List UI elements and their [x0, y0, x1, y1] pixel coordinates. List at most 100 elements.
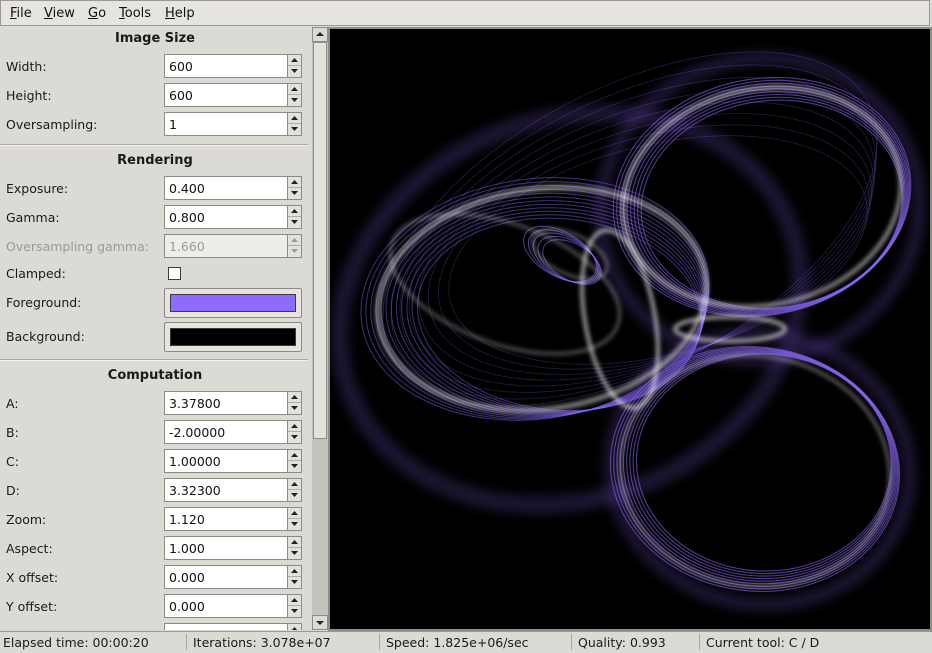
spin-up-icon[interactable]: [288, 55, 301, 66]
background-color-button[interactable]: [164, 322, 302, 352]
d-label: D:: [6, 483, 20, 498]
c-spinbox[interactable]: [164, 449, 302, 473]
spin-up-icon[interactable]: [288, 537, 301, 548]
height-spinbox[interactable]: [164, 83, 302, 107]
separator: [0, 144, 308, 146]
zoom-spinbox[interactable]: [164, 507, 302, 531]
exposure-label: Exposure:: [6, 181, 69, 196]
x-offset-label: X offset:: [6, 570, 59, 585]
x-offset-spinbox[interactable]: [164, 565, 302, 589]
oversampling-gamma-spinbox: [164, 234, 302, 258]
menubar: File View Go Tools Help: [0, 0, 930, 26]
gamma-value-input[interactable]: [165, 206, 287, 228]
y-offset-label: Y offset:: [6, 599, 58, 614]
y-offset-value-input[interactable]: [165, 595, 287, 617]
oversampling-label: Oversampling:: [6, 117, 98, 132]
iterations-status: Iterations: 3.078e+07: [193, 635, 331, 650]
width-spinbox[interactable]: [164, 54, 302, 78]
oversampling-spinbox[interactable]: [164, 112, 302, 136]
foreground-color-button[interactable]: [164, 288, 302, 318]
spin-up-icon[interactable]: [288, 421, 301, 432]
spin-up-icon[interactable]: [288, 595, 301, 606]
status-divider: [571, 634, 572, 650]
zoom-value-input[interactable]: [165, 508, 287, 530]
d-value-input[interactable]: [165, 479, 287, 501]
scroll-up-icon[interactable]: [312, 27, 328, 42]
spin-up-icon[interactable]: [288, 479, 301, 490]
exposure-spinbox[interactable]: [164, 176, 302, 200]
d-spinbox[interactable]: [164, 478, 302, 502]
quality-status: Quality: 0.993: [578, 635, 666, 650]
spin-down-icon[interactable]: [288, 548, 301, 559]
clamped-label: Clamped:: [6, 266, 66, 281]
gamma-spinbox[interactable]: [164, 205, 302, 229]
spin-up-icon: [288, 235, 301, 246]
spin-down-icon[interactable]: [288, 403, 301, 414]
x-offset-value-input[interactable]: [165, 566, 287, 588]
oversampling-gamma-value-input: [165, 235, 287, 257]
aspect-spinbox[interactable]: [164, 536, 302, 560]
next-value-input[interactable]: [165, 624, 287, 630]
foreground-color-swatch: [170, 294, 296, 312]
aspect-value-input[interactable]: [165, 537, 287, 559]
clamped-checkbox[interactable]: [168, 267, 181, 280]
spin-buttons: [287, 206, 301, 228]
panel-scrollbar[interactable]: [312, 27, 328, 630]
status-divider: [699, 634, 700, 650]
spin-up-icon[interactable]: [288, 206, 301, 217]
a-value-input[interactable]: [165, 392, 287, 414]
spin-down-icon[interactable]: [288, 66, 301, 77]
spin-down-icon[interactable]: [288, 217, 301, 228]
next-spinbox-partial[interactable]: [164, 623, 302, 630]
spin-down-icon[interactable]: [288, 606, 301, 617]
spin-down-icon: [288, 246, 301, 257]
spin-down-icon[interactable]: [288, 490, 301, 501]
foreground-label: Foreground:: [6, 295, 82, 310]
spin-up-icon[interactable]: [288, 177, 301, 188]
spin-down-icon[interactable]: [288, 577, 301, 588]
zoom-label: Zoom:: [6, 512, 47, 527]
spin-down-icon[interactable]: [288, 188, 301, 199]
c-value-input[interactable]: [165, 450, 287, 472]
a-spinbox[interactable]: [164, 391, 302, 415]
spin-up-icon[interactable]: [288, 450, 301, 461]
spin-up-icon[interactable]: [288, 392, 301, 403]
width-value-input[interactable]: [165, 55, 287, 77]
spin-up-icon[interactable]: [288, 84, 301, 95]
speed-status: Speed: 1.825e+06/sec: [386, 635, 529, 650]
height-value-input[interactable]: [165, 84, 287, 106]
spin-buttons: [287, 84, 301, 106]
spin-up-icon[interactable]: [288, 508, 301, 519]
spin-down-icon[interactable]: [288, 519, 301, 530]
menu-tools[interactable]: Tools: [119, 6, 151, 21]
spin-up-icon[interactable]: [288, 566, 301, 577]
spin-down-icon[interactable]: [288, 432, 301, 443]
spin-buttons: [287, 421, 301, 443]
y-offset-spinbox[interactable]: [164, 594, 302, 618]
menu-help[interactable]: Help: [165, 6, 195, 21]
parameters-panel: Image Size Width: Height: Oversampling: …: [0, 27, 312, 630]
status-divider: [186, 634, 187, 650]
spin-down-icon[interactable]: [288, 95, 301, 106]
oversampling-value-input[interactable]: [165, 113, 287, 135]
scroll-down-icon[interactable]: [312, 615, 328, 630]
scrollbar-thumb[interactable]: [313, 42, 327, 439]
statusbar: Elapsed time: 00:00:20 Iterations: 3.078…: [0, 631, 932, 653]
spin-down-icon[interactable]: [288, 124, 301, 135]
section-rendering: Rendering: [117, 153, 193, 168]
b-spinbox[interactable]: [164, 420, 302, 444]
menu-view[interactable]: View: [44, 6, 75, 21]
b-label: B:: [6, 425, 19, 440]
menu-go[interactable]: Go: [88, 6, 106, 21]
exposure-value-input[interactable]: [165, 177, 287, 199]
section-computation: Computation: [107, 368, 203, 383]
b-value-input[interactable]: [165, 421, 287, 443]
spin-buttons: [287, 566, 301, 588]
spin-buttons: [287, 450, 301, 472]
spin-up-icon[interactable]: [288, 113, 301, 124]
fractal-canvas[interactable]: [328, 27, 932, 631]
spin-down-icon[interactable]: [288, 461, 301, 472]
menu-file[interactable]: File: [10, 6, 32, 21]
spin-up-icon[interactable]: [288, 624, 301, 630]
spin-buttons: [287, 624, 301, 630]
